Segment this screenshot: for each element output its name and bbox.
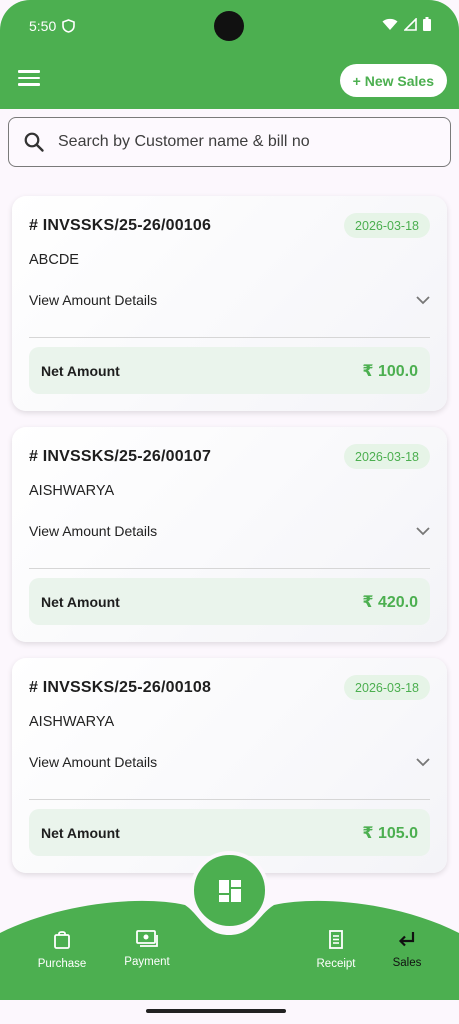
shopping-bag-icon <box>54 931 70 949</box>
date-badge: 2026-03-18 <box>344 213 430 238</box>
date-badge: 2026-03-18 <box>344 675 430 700</box>
invoice-card[interactable]: # INVSSKS/25-26/00106 2026-03-18 ABCDE V… <box>12 196 447 411</box>
view-amount-details-toggle[interactable]: View Amount Details <box>29 290 430 310</box>
invoice-card[interactable]: # INVSSKS/25-26/00107 2026-03-18 AISHWAR… <box>12 427 447 642</box>
signal-icon <box>404 17 417 31</box>
net-amount-label: Net Amount <box>41 824 120 841</box>
chevron-down-icon <box>416 526 430 535</box>
net-amount-value: ₹ 100.0 <box>362 362 418 380</box>
bill-number: # INVSSKS/25-26/00106 <box>29 217 212 234</box>
new-sales-button[interactable]: + New Sales <box>339 64 447 97</box>
bill-number: # INVSSKS/25-26/00107 <box>29 448 212 465</box>
net-amount-value: ₹ 420.0 <box>362 593 418 611</box>
shield-icon <box>62 19 76 33</box>
nav-payment-label: Payment <box>124 956 170 968</box>
divider <box>29 799 430 800</box>
nav-purchase[interactable]: Purchase <box>26 930 98 970</box>
app-screen: 5:50 + New Sales Search by Customer name… <box>0 0 459 1024</box>
receipt-icon <box>329 930 343 949</box>
chevron-down-icon <box>416 295 430 304</box>
divider <box>29 337 430 338</box>
customer-name: AISHWARYA <box>29 714 115 730</box>
view-amount-details-toggle[interactable]: View Amount Details <box>29 521 430 541</box>
customer-name: ABCDE <box>29 252 79 268</box>
nav-sales-label: Sales <box>392 957 422 969</box>
date-badge: 2026-03-18 <box>344 444 430 469</box>
dashboard-icon <box>218 879 241 902</box>
menu-button[interactable] <box>18 70 40 88</box>
view-amount-details-label: View Amount Details <box>29 523 158 539</box>
payments-icon <box>136 930 158 947</box>
keyboard-return-icon <box>398 932 415 947</box>
customer-name: AISHWARYA <box>29 483 115 499</box>
view-amount-details-toggle[interactable]: View Amount Details <box>29 752 430 772</box>
nav-receipt[interactable]: Receipt <box>300 930 372 970</box>
nav-payment[interactable]: Payment <box>111 930 183 968</box>
menu-icon-bar <box>18 83 40 86</box>
menu-icon-bar <box>18 70 40 73</box>
view-amount-details-label: View Amount Details <box>29 754 158 770</box>
app-bar: 5:50 + New Sales <box>0 0 459 109</box>
net-amount-box: Net Amount ₹ 105.0 <box>29 809 430 856</box>
nav-purchase-label: Purchase <box>37 958 87 970</box>
bill-number: # INVSSKS/25-26/00108 <box>29 679 212 696</box>
menu-icon-bar <box>18 76 40 79</box>
net-amount-label: Net Amount <box>41 593 120 610</box>
search-icon <box>24 132 44 152</box>
net-amount-box: Net Amount ₹ 420.0 <box>29 578 430 625</box>
nav-sales[interactable]: Sales <box>371 930 443 969</box>
wifi-icon <box>382 18 398 30</box>
search-bar <box>8 117 451 167</box>
status-time: 5:50 <box>29 18 76 34</box>
divider <box>29 568 430 569</box>
battery-icon <box>423 17 431 31</box>
status-icons <box>382 17 431 31</box>
net-amount-box: Net Amount ₹ 100.0 <box>29 347 430 394</box>
status-time-text: 5:50 <box>29 18 57 34</box>
home-indicator[interactable] <box>146 1009 286 1013</box>
chevron-down-icon <box>416 757 430 766</box>
camera-cutout <box>214 11 244 41</box>
view-amount-details-label: View Amount Details <box>29 292 158 308</box>
net-amount-value: ₹ 105.0 <box>362 824 418 842</box>
net-amount-label: Net Amount <box>41 362 120 379</box>
invoice-card[interactable]: # INVSSKS/25-26/00108 2026-03-18 AISHWAR… <box>12 658 447 873</box>
nav-receipt-label: Receipt <box>316 958 356 970</box>
search-input[interactable] <box>58 133 438 151</box>
dashboard-button[interactable] <box>190 851 269 930</box>
